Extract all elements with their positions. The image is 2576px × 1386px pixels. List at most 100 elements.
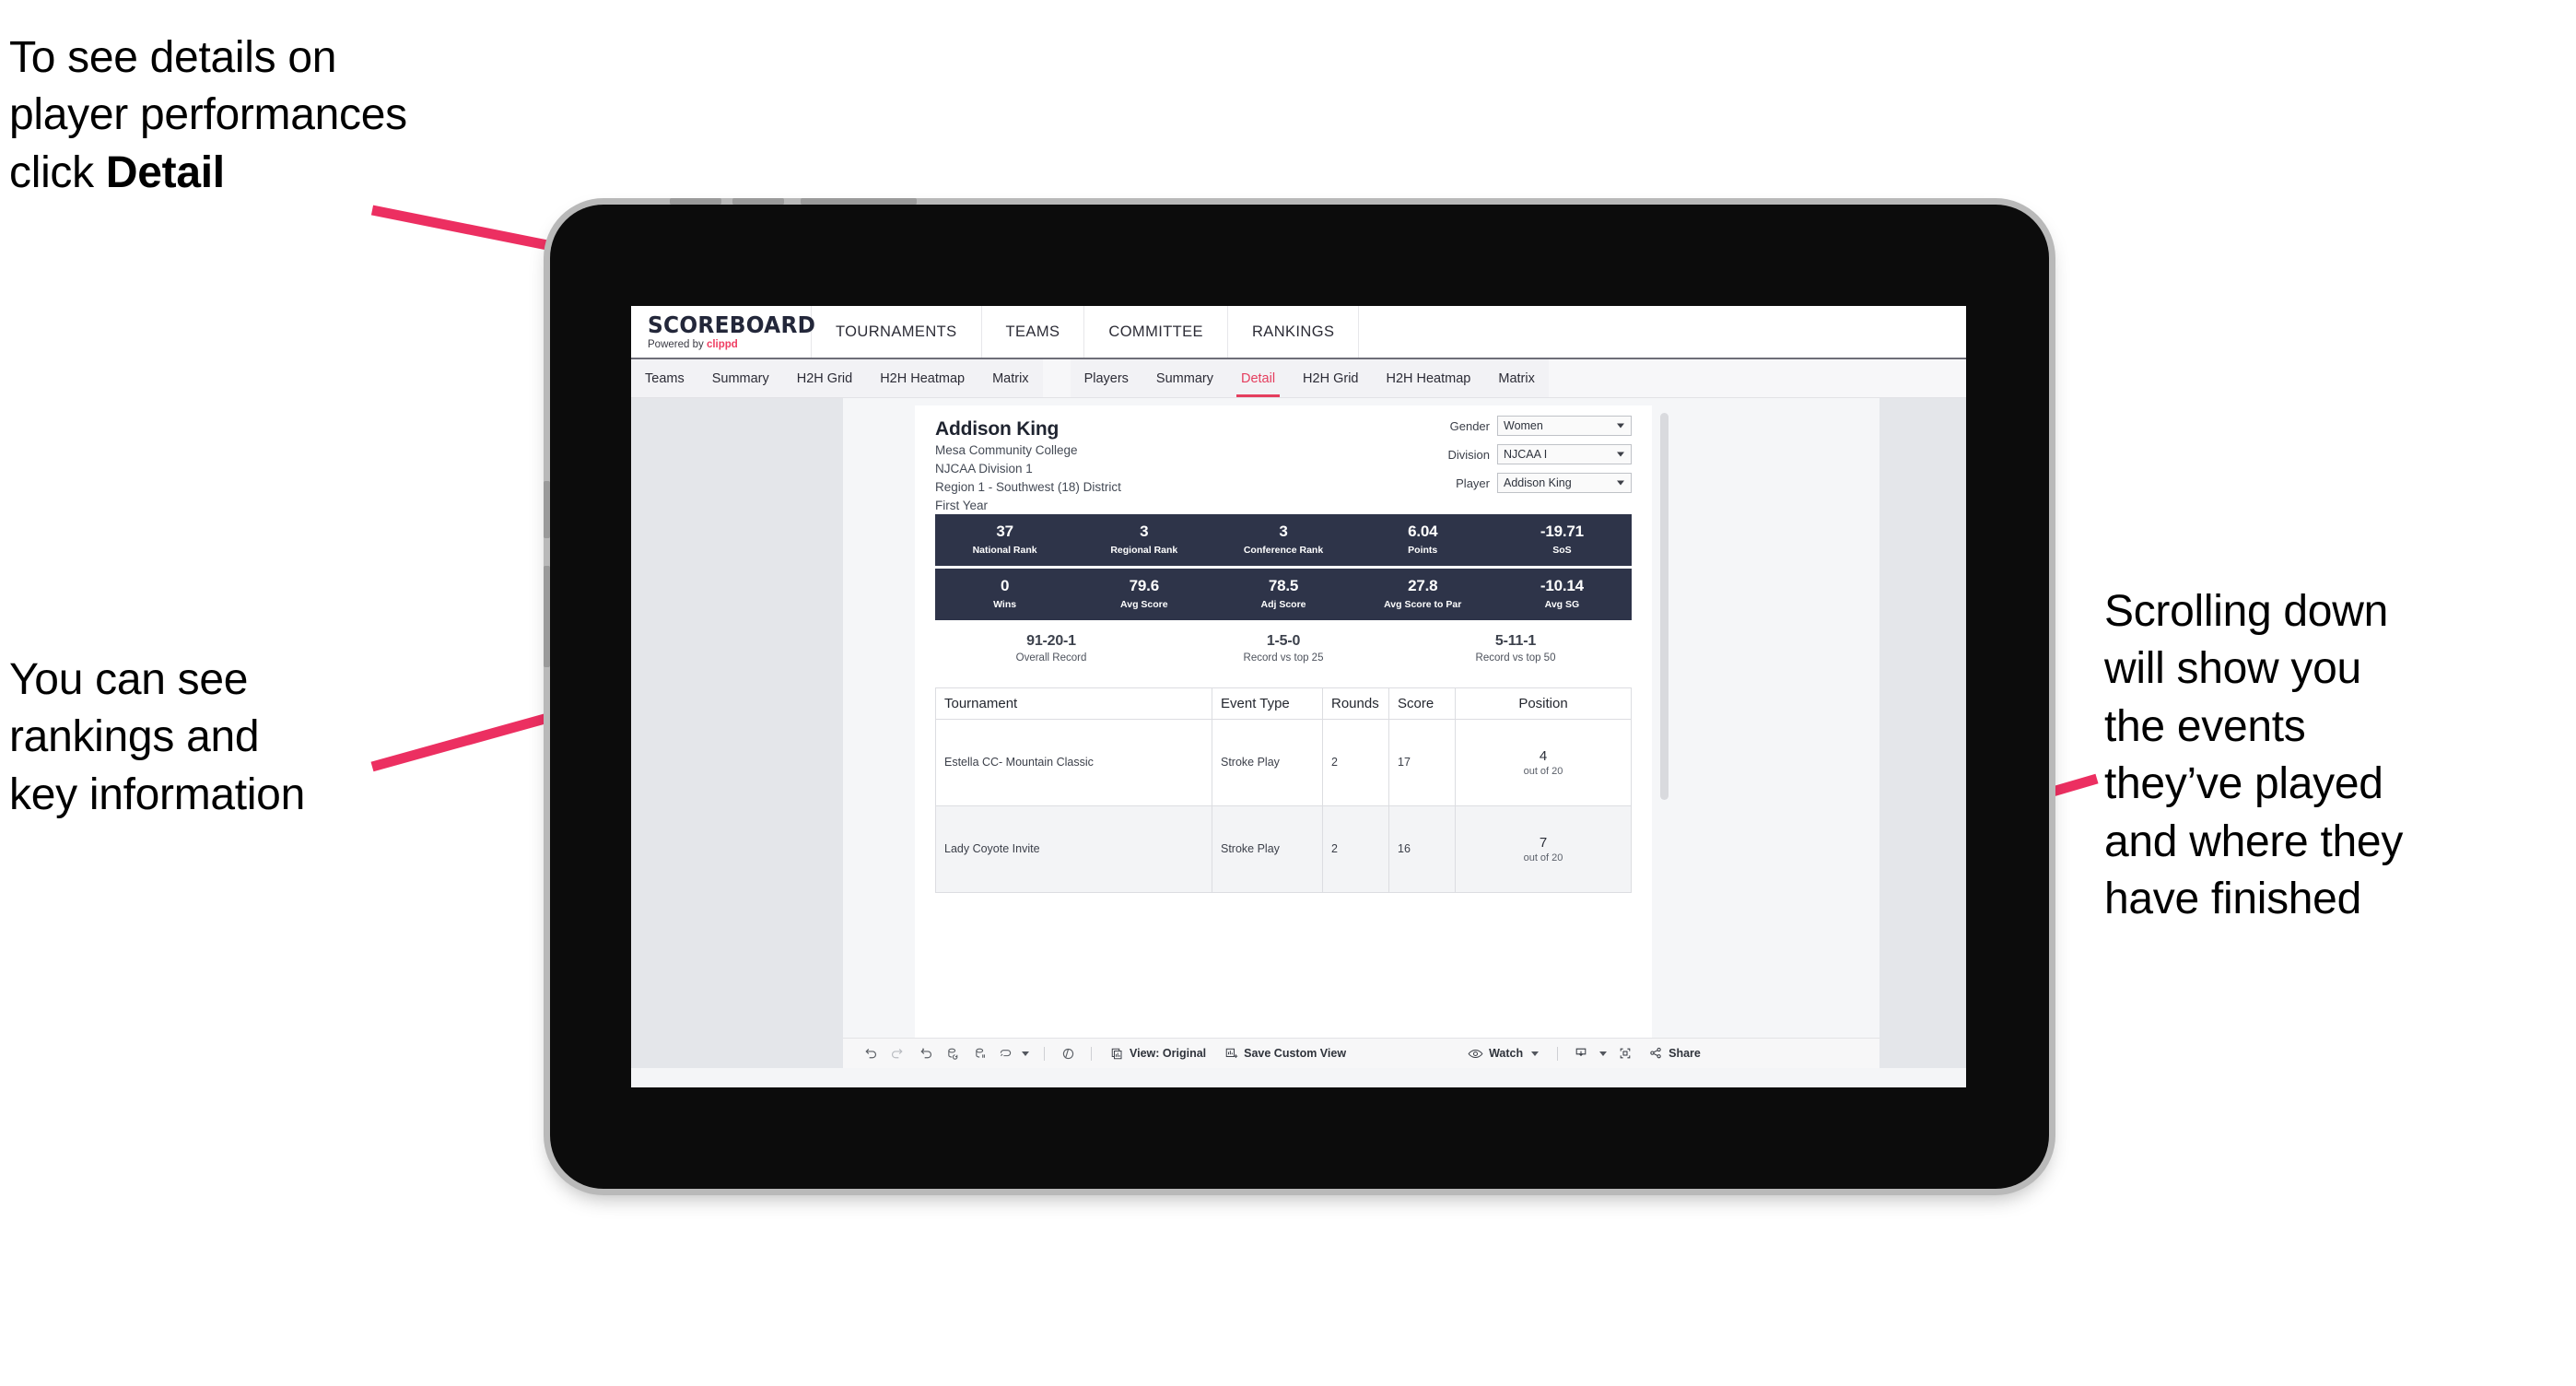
record-vs-top-50: 5-11-1 Record vs top 50 (1399, 633, 1632, 664)
column-header-tournament[interactable]: Tournament (936, 687, 1212, 720)
filter-division-value: NJCAA I (1504, 448, 1548, 461)
watch-label: Watch (1489, 1047, 1524, 1060)
stat-label: National Rank (972, 545, 1037, 557)
subnav-h2h-heatmap-teams[interactable]: H2H Heatmap (866, 359, 978, 397)
column-header-rounds[interactable]: Rounds (1323, 687, 1389, 720)
table-row[interactable]: Lady Coyote Invite Stroke Play 2 16 7 ou… (936, 805, 1631, 893)
nav-rankings[interactable]: RANKINGS (1228, 306, 1360, 358)
download-icon[interactable] (1567, 1039, 1595, 1069)
subnav-matrix-players[interactable]: Matrix (1484, 359, 1548, 397)
position-value: 7 (1539, 834, 1548, 851)
stat-value: 3 (1140, 523, 1149, 541)
record-vs-top-25: 1-5-0 Record vs top 25 (1167, 633, 1399, 664)
view-original-button[interactable]: View: Original (1101, 1039, 1215, 1069)
stat-value: 27.8 (1408, 577, 1438, 595)
cell-tournament: Lady Coyote Invite (936, 805, 1212, 893)
stat-regional-rank: 3 Regional Rank (1074, 523, 1213, 556)
app-logo[interactable]: SCOREBOARD Powered by clippd (631, 306, 816, 358)
stat-value: -19.71 (1540, 523, 1584, 541)
cell-score: 17 (1389, 719, 1456, 806)
pause-auto-update-icon[interactable] (994, 1039, 1016, 1069)
dashboard-workspace: Addison King Mesa Community College NJCA… (631, 398, 1966, 1068)
stat-value: 3 (1279, 523, 1288, 541)
stat-label: Avg SG (1544, 599, 1580, 611)
subnav-players[interactable]: Players (1071, 359, 1142, 397)
subnav-summary-teams[interactable]: Summary (698, 359, 783, 397)
chevron-down-icon (1617, 452, 1624, 457)
position-field-size: out of 20 (1523, 852, 1563, 863)
table-row[interactable]: Estella CC- Mountain Classic Stroke Play… (936, 719, 1631, 806)
nav-tournaments[interactable]: TOURNAMENTS (812, 306, 982, 358)
logo-tagline-prefix: Powered by (648, 339, 707, 350)
stat-label: Conference Rank (1243, 545, 1324, 557)
stat-avg-sg: -10.14 Avg SG (1493, 578, 1632, 610)
column-header-event-type[interactable]: Event Type (1212, 687, 1323, 720)
column-header-score[interactable]: Score (1389, 687, 1456, 720)
cell-event-type: Stroke Play (1212, 719, 1323, 806)
stat-avg-score: 79.6 Avg Score (1074, 578, 1213, 610)
stat-value: 0 (1000, 577, 1010, 595)
fullscreen-icon[interactable] (1611, 1039, 1639, 1069)
share-label: Share (1669, 1047, 1701, 1060)
record-label: Record vs top 50 (1475, 652, 1556, 664)
chevron-down-icon[interactable] (1016, 1039, 1035, 1069)
subnav-h2h-heatmap-players[interactable]: H2H Heatmap (1372, 359, 1484, 397)
events-table: Tournament Event Type Rounds Score Posit… (935, 687, 1632, 893)
cell-score: 16 (1389, 805, 1456, 893)
chevron-down-icon (1617, 480, 1624, 486)
logo-wordmark: SCOREBOARD (648, 311, 816, 338)
subnav-group-players: Players Summary Detail H2H Grid H2H Heat… (1070, 359, 1549, 397)
nav-teams[interactable]: TEAMS (982, 306, 1085, 358)
stat-value: -10.14 (1540, 577, 1584, 595)
subnav-teams[interactable]: Teams (631, 359, 698, 397)
player-header: Addison King Mesa Community College NJCA… (915, 405, 1652, 514)
stat-wins: 0 Wins (935, 578, 1074, 610)
subnav-detail[interactable]: Detail (1227, 359, 1289, 397)
filter-gender-select[interactable]: Women (1497, 416, 1632, 436)
record-value: 5-11-1 (1494, 632, 1537, 649)
tablet-button-power (801, 198, 917, 205)
watch-button[interactable]: Watch (1458, 1039, 1548, 1069)
revert-icon[interactable] (911, 1039, 939, 1069)
chevron-down-icon (1531, 1051, 1540, 1056)
column-header-position[interactable]: Position (1456, 688, 1631, 720)
logo-tagline: Powered by clippd (648, 339, 811, 350)
undo-icon[interactable] (856, 1039, 884, 1069)
primary-nav: TOURNAMENTS TEAMS COMMITTEE RANKINGS (812, 306, 1360, 358)
share-button[interactable]: Share (1639, 1039, 1710, 1069)
tablet-button-volume-down (732, 198, 784, 205)
stat-conference-rank: 3 Conference Rank (1213, 523, 1352, 556)
dashboard-canvas: Addison King Mesa Community College NJCA… (843, 398, 1879, 1038)
eye-icon (1468, 1049, 1483, 1058)
filter-division: Division NJCAA I (1420, 444, 1632, 464)
filter-division-select[interactable]: NJCAA I (1497, 444, 1632, 464)
redo-icon[interactable] (884, 1039, 911, 1069)
pause-refresh-icon[interactable] (1054, 1039, 1082, 1069)
filter-gender-label: Gender (1449, 418, 1490, 433)
refresh-data-icon[interactable] (939, 1039, 966, 1069)
filter-division-label: Division (1447, 447, 1490, 462)
view-icon (1111, 1048, 1122, 1059)
stats-row-primary: 37 National Rank 3 Regional Rank 3 Confe… (935, 513, 1632, 566)
chevron-down-icon (1617, 423, 1624, 429)
cell-tournament: Estella CC- Mountain Classic (936, 719, 1212, 806)
stat-value: 79.6 (1129, 577, 1159, 595)
stat-label: Regional Rank (1110, 545, 1178, 557)
filter-player-select[interactable]: Addison King (1497, 473, 1632, 493)
app-screen: SCOREBOARD Powered by clippd TOURNAMENTS… (631, 306, 1966, 1087)
stat-label: SoS (1552, 545, 1572, 557)
subnav-matrix-teams[interactable]: Matrix (978, 359, 1042, 397)
vertical-scrollbar[interactable] (1660, 413, 1669, 800)
save-custom-view-label: Save Custom View (1244, 1047, 1347, 1060)
chevron-down-icon[interactable] (1595, 1039, 1611, 1069)
cell-position: 4 out of 20 (1456, 720, 1631, 806)
save-custom-view-button[interactable]: Save Custom View (1215, 1039, 1355, 1069)
nav-committee[interactable]: COMMITTEE (1084, 306, 1228, 358)
filter-gender: Gender Women (1420, 416, 1632, 436)
bottom-toolbar: View: Original Save Custom View Watch Sh… (843, 1038, 1879, 1068)
subnav-h2h-grid-players[interactable]: H2H Grid (1289, 359, 1372, 397)
stat-value: 78.5 (1268, 577, 1299, 595)
pause-data-icon[interactable] (966, 1039, 994, 1069)
subnav-h2h-grid-teams[interactable]: H2H Grid (783, 359, 866, 397)
subnav-summary-players[interactable]: Summary (1142, 359, 1227, 397)
